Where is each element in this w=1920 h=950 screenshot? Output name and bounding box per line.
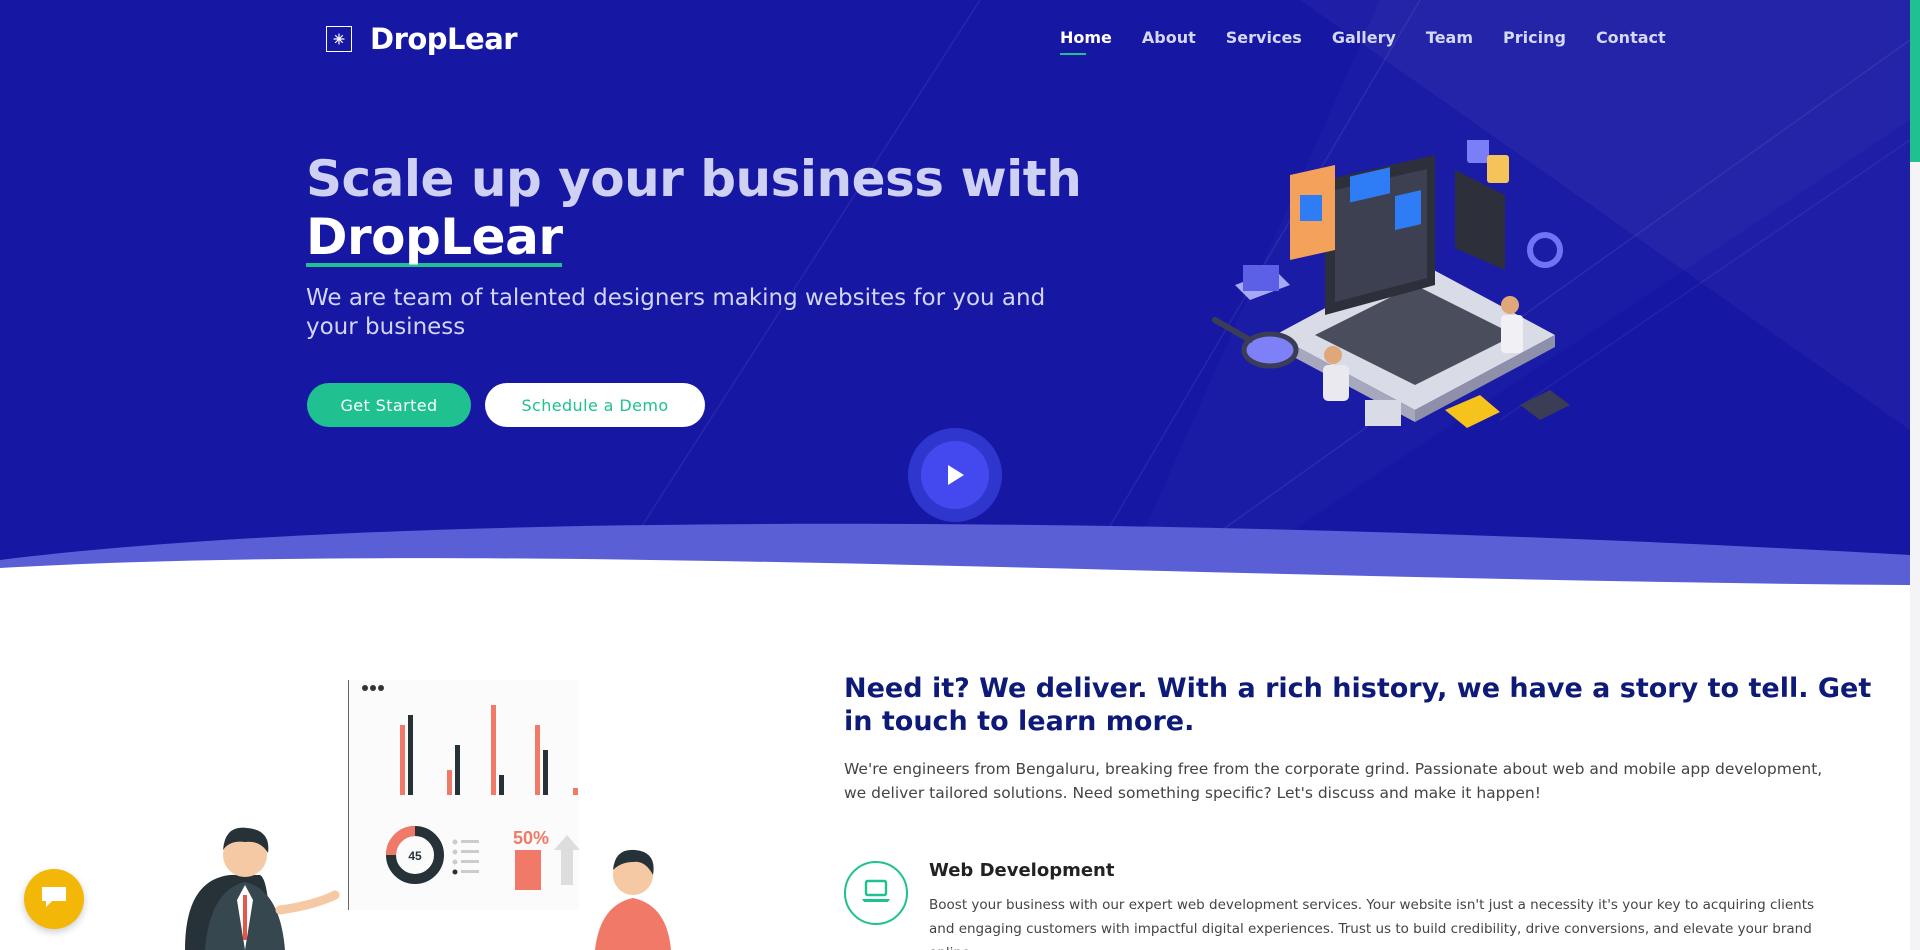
nav-pricing[interactable]: Pricing (1503, 28, 1566, 55)
hero-subtitle: We are team of talented designers making… (306, 285, 1046, 340)
chat-widget-button[interactable] (24, 869, 84, 929)
play-video-button[interactable] (908, 428, 1002, 522)
service-icon-wrapper (844, 861, 908, 925)
hero-title: Scale up your business with DropLear (306, 150, 1082, 267)
nav-team[interactable]: Team (1426, 28, 1473, 55)
sparkle-icon (326, 26, 352, 52)
service-text: Boost your business with our expert web … (929, 897, 1815, 950)
page-scrollbar[interactable] (1910, 0, 1920, 950)
get-started-button[interactable]: Get Started (307, 383, 471, 427)
chat-bubble-icon (40, 885, 68, 914)
business-presentation-illustration: 45 50% (185, 680, 671, 950)
about-title: Need it? We deliver. With a rich history… (844, 673, 1872, 737)
hero-title-brand: DropLear (306, 208, 563, 267)
nav-home[interactable]: Home (1060, 28, 1112, 55)
isometric-laptop-illustration (1212, 140, 1570, 428)
hero-section: DropLear Home About Services Gallery Tea… (0, 0, 1910, 585)
hero-title-line: Scale up your business with (306, 150, 1082, 208)
about-text: We're engineers from Bengaluru, breaking… (844, 760, 1823, 802)
hero-wave-divider (0, 523, 1910, 585)
brand-logo[interactable]: DropLear (326, 22, 518, 56)
nav-about[interactable]: About (1142, 28, 1196, 55)
laptop-icon (861, 878, 891, 909)
percent-label: 50% (513, 828, 549, 848)
main-nav: Home About Services Gallery Team Pricing… (1060, 28, 1666, 55)
nav-gallery[interactable]: Gallery (1332, 28, 1396, 55)
donut-value-label: 45 (408, 849, 422, 863)
schedule-demo-button[interactable]: Schedule a Demo (485, 383, 705, 427)
brand-name: DropLear (370, 22, 518, 56)
nav-services[interactable]: Services (1226, 28, 1302, 55)
play-icon (921, 441, 989, 509)
scrollbar-thumb[interactable] (1910, 0, 1920, 162)
nav-contact[interactable]: Contact (1596, 28, 1666, 55)
service-title: Web Development (929, 860, 1115, 881)
